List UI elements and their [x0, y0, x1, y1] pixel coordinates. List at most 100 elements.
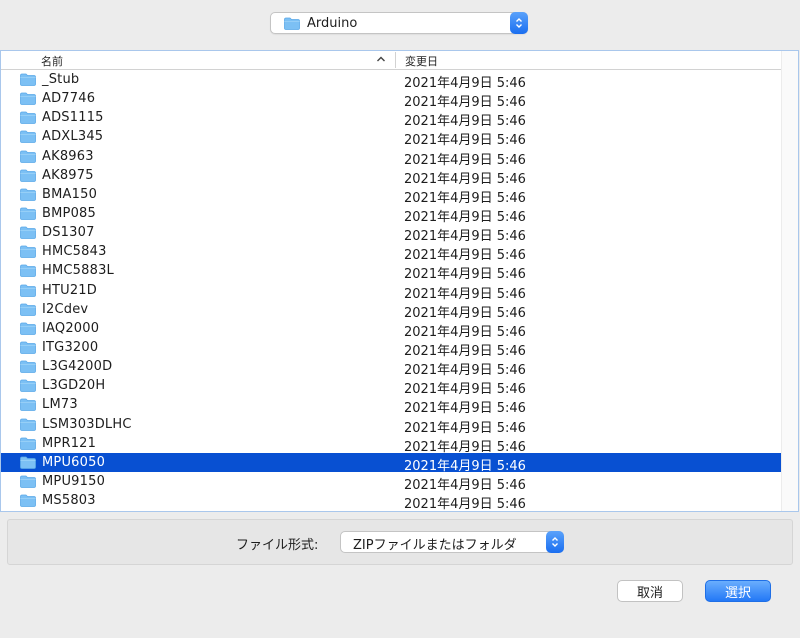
- folder-icon: [20, 264, 36, 281]
- item-name: MPR121: [42, 435, 97, 451]
- list-item[interactable]: LSM303DLHC 2021年4月9日 5:46: [1, 415, 783, 436]
- list-item[interactable]: MS5803 2021年4月9日 5:46: [1, 491, 783, 512]
- item-date: 2021年4月9日 5:46: [404, 171, 526, 187]
- list-item[interactable]: _Stub 2021年4月9日 5:46: [1, 70, 783, 91]
- file-format-popup[interactable]: ZIPファイルまたはフォルダ: [340, 531, 564, 553]
- item-date: 2021年4月9日 5:46: [404, 324, 526, 340]
- folder-icon: [20, 188, 36, 205]
- select-button[interactable]: 選択: [705, 580, 771, 602]
- chevron-up-icon[interactable]: [376, 54, 386, 64]
- item-name: AK8963: [42, 148, 94, 164]
- list-item[interactable]: AK8963 2021年4月9日 5:46: [1, 147, 783, 168]
- item-date: 2021年4月9日 5:46: [404, 382, 526, 398]
- item-date: 2021年4月9日 5:46: [404, 190, 526, 206]
- item-date: 2021年4月9日 5:46: [404, 477, 526, 493]
- up-down-chevron-icon: [546, 531, 564, 553]
- up-down-chevron-icon: [510, 12, 528, 34]
- column-header-date[interactable]: 変更日: [405, 53, 438, 69]
- item-date: 2021年4月9日 5:46: [404, 420, 526, 436]
- folder-icon: [20, 130, 36, 147]
- folder-icon: [20, 437, 36, 454]
- item-name: MS5803: [42, 493, 96, 509]
- item-date: 2021年4月9日 5:46: [404, 267, 526, 283]
- item-date: 2021年4月9日 5:46: [404, 305, 526, 321]
- column-header: 名前 変更日: [1, 51, 798, 70]
- item-date: 2021年4月9日 5:46: [404, 114, 526, 130]
- item-name: L3GD20H: [42, 378, 106, 394]
- item-name: I2Cdev: [42, 301, 89, 317]
- item-date: 2021年4月9日 5:46: [404, 439, 526, 455]
- folder-icon: [20, 360, 36, 377]
- folder-icon: [20, 92, 36, 109]
- list-item[interactable]: I2Cdev 2021年4月9日 5:46: [1, 300, 783, 321]
- item-date: 2021年4月9日 5:46: [404, 152, 526, 168]
- folder-icon: [20, 398, 36, 415]
- list-item[interactable]: HTU21D 2021年4月9日 5:46: [1, 281, 783, 302]
- list-item[interactable]: BMA150 2021年4月9日 5:46: [1, 185, 783, 206]
- folder-icon: [20, 150, 36, 167]
- list-item[interactable]: AD7746 2021年4月9日 5:46: [1, 89, 783, 111]
- folder-icon: [20, 322, 36, 339]
- column-divider[interactable]: [395, 52, 396, 68]
- item-name: AD7746: [42, 91, 96, 107]
- list-item[interactable]: L3G4200D 2021年4月9日 5:46: [1, 357, 783, 379]
- item-date: 2021年4月9日 5:46: [404, 401, 526, 417]
- item-date: 2021年4月9日 5:46: [404, 497, 526, 512]
- file-format-label: ファイル形式:: [236, 538, 319, 553]
- item-date: 2021年4月9日 5:46: [404, 458, 526, 474]
- folder-icon: [284, 17, 300, 30]
- folder-icon: [20, 207, 36, 224]
- scrollbar[interactable]: [781, 51, 798, 511]
- item-name: ADS1115: [42, 110, 104, 126]
- item-date: 2021年4月9日 5:46: [404, 248, 526, 264]
- list-item[interactable]: DS1307 2021年4月9日 5:46: [1, 223, 783, 245]
- list-item[interactable]: ADS1115 2021年4月9日 5:46: [1, 108, 783, 130]
- item-name: LM73: [42, 397, 78, 413]
- item-date: 2021年4月9日 5:46: [404, 343, 526, 359]
- item-date: 2021年4月9日 5:46: [404, 76, 526, 91]
- list-item[interactable]: HMC5883L 2021年4月9日 5:46: [1, 261, 783, 283]
- list-item[interactable]: ADXL345 2021年4月9日 5:46: [1, 127, 783, 149]
- folder-icon: [20, 73, 36, 90]
- file-format-value: ZIPファイルまたはフォルダ: [353, 538, 517, 553]
- item-date: 2021年4月9日 5:46: [404, 229, 526, 245]
- cancel-button[interactable]: 取消: [617, 580, 683, 602]
- list-item[interactable]: IAQ2000 2021年4月9日 5:46: [1, 319, 783, 340]
- file-browser[interactable]: 名前 変更日 _Stub 2021年4月9日 5:46 AD7746 2021年4月9…: [0, 50, 799, 512]
- list-item[interactable]: AK8975 2021年4月9日 5:46: [1, 166, 783, 187]
- list-item[interactable]: MPU9150 2021年4月9日 5:46: [1, 472, 783, 493]
- location-popup[interactable]: Arduino: [270, 12, 528, 34]
- options-bar: ファイル形式: ZIPファイルまたはフォルダ: [7, 519, 793, 565]
- item-name: ITG3200: [42, 339, 99, 355]
- location-label: Arduino: [307, 15, 358, 31]
- list-item[interactable]: LM73 2021年4月9日 5:46: [1, 395, 783, 417]
- item-name: MPU9150: [42, 473, 106, 489]
- folder-icon: [20, 226, 36, 243]
- item-name: ADXL345: [42, 129, 104, 145]
- item-name: BMA150: [42, 186, 98, 202]
- list-item[interactable]: ITG3200 2021年4月9日 5:46: [1, 338, 783, 359]
- item-name: LSM303DLHC: [42, 416, 132, 432]
- folder-icon: [20, 169, 36, 186]
- column-header-name[interactable]: 名前: [41, 53, 63, 69]
- item-date: 2021年4月9日 5:46: [404, 363, 526, 379]
- folder-icon: [20, 494, 36, 511]
- list-item[interactable]: MPU6050 2021年4月9日 5:46: [1, 452, 783, 474]
- item-name: DS1307: [42, 225, 95, 241]
- item-name: AK8975: [42, 167, 94, 183]
- item-name: L3G4200D: [42, 359, 113, 375]
- item-name: HMC5843: [42, 244, 107, 260]
- list-item[interactable]: MPR121 2021年4月9日 5:46: [1, 434, 783, 455]
- item-name: BMP085: [42, 205, 96, 221]
- list-item[interactable]: L3GD20H 2021年4月9日 5:46: [1, 376, 783, 398]
- list-item[interactable]: BMP085 2021年4月9日 5:46: [1, 204, 783, 225]
- list-item[interactable]: HMC5843 2021年4月9日 5:46: [1, 242, 783, 264]
- folder-icon: [20, 111, 36, 128]
- folder-icon: [20, 456, 36, 473]
- item-date: 2021年4月9日 5:46: [404, 133, 526, 149]
- folder-icon: [20, 303, 36, 320]
- item-name: _Stub: [42, 72, 80, 87]
- item-name: IAQ2000: [42, 320, 100, 336]
- item-date: 2021年4月9日 5:46: [404, 95, 526, 111]
- folder-icon: [20, 379, 36, 396]
